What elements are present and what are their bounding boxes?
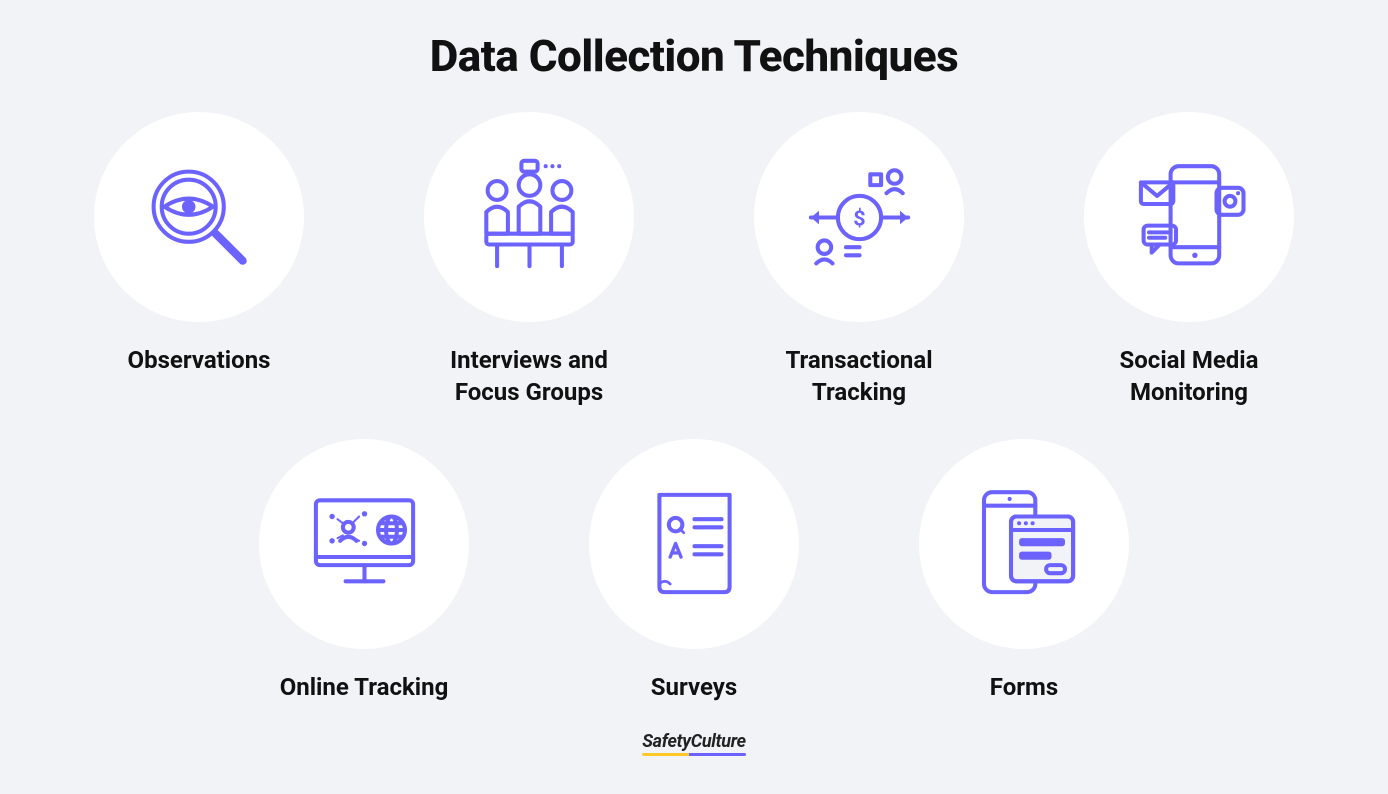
item-forms: Forms: [894, 439, 1154, 703]
item-transactional: $ Transactional Tracking: [729, 112, 989, 409]
item-observations: Observations: [69, 112, 329, 409]
item-online-tracking: Online Tracking: [234, 439, 494, 703]
online-tracking-icon: [259, 439, 469, 649]
item-surveys: Surveys: [564, 439, 824, 703]
techniques-grid: Observations: [44, 112, 1344, 703]
transactional-icon: $: [754, 112, 964, 322]
item-label: Observations: [128, 344, 271, 376]
observations-icon: [94, 112, 304, 322]
footer-text: SafetyCulture: [642, 731, 746, 752]
social-media-icon: [1084, 112, 1294, 322]
item-label: Social Media Monitoring: [1119, 344, 1258, 409]
item-label: Surveys: [651, 671, 737, 703]
interviews-icon: [424, 112, 634, 322]
item-label: Transactional Tracking: [785, 344, 932, 409]
svg-text:$: $: [853, 206, 865, 231]
forms-icon: [919, 439, 1129, 649]
item-interviews: Interviews and Focus Groups: [399, 112, 659, 409]
page-title: Data Collection Techniques: [430, 30, 958, 82]
surveys-icon: [589, 439, 799, 649]
logo-underline: [642, 753, 746, 756]
item-label: Interviews and Focus Groups: [450, 344, 608, 409]
safetyculture-logo: SafetyCulture: [642, 731, 746, 752]
item-label: Online Tracking: [280, 671, 449, 703]
item-label: Forms: [990, 671, 1058, 703]
item-social-media: Social Media Monitoring: [1059, 112, 1319, 409]
